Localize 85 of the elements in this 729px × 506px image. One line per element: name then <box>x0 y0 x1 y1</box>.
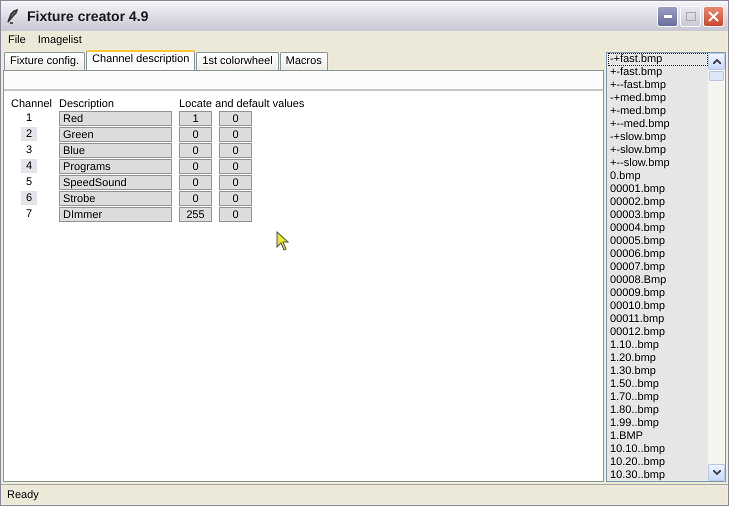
list-item[interactable]: +-med.bmp <box>608 105 708 118</box>
description-field[interactable]: DImmer <box>59 207 172 222</box>
list-item[interactable]: +-fast.bmp <box>608 66 708 79</box>
channel-number: 1 <box>24 111 34 125</box>
list-item[interactable]: -+slow.bmp <box>608 131 708 144</box>
list-item[interactable]: 10.10..bmp <box>608 443 708 456</box>
list-item[interactable]: 00011.bmp <box>608 313 708 326</box>
scrollbar-thumb[interactable] <box>709 71 724 81</box>
default-field[interactable]: 0 <box>219 191 252 206</box>
description-field[interactable]: Green <box>59 127 172 142</box>
channel-number: 7 <box>24 207 34 221</box>
caret-down-icon <box>712 470 720 475</box>
list-item[interactable]: +--med.bmp <box>608 118 708 131</box>
list-item[interactable]: +--slow.bmp <box>608 157 708 170</box>
locate-field[interactable]: 0 <box>179 191 212 206</box>
description-field[interactable]: Red <box>59 111 172 126</box>
list-item[interactable]: 00001.bmp <box>608 183 708 196</box>
default-field[interactable]: 0 <box>219 175 252 190</box>
default-field[interactable]: 0 <box>219 143 252 158</box>
list-item[interactable]: 10.30..bmp <box>608 469 708 481</box>
channel-number: 3 <box>24 143 34 157</box>
list-item[interactable]: 00008.Bmp <box>608 274 708 287</box>
minimize-icon <box>664 14 672 18</box>
list-item[interactable]: 0.bmp <box>608 170 708 183</box>
locate-field[interactable]: 0 <box>179 159 212 174</box>
description-field[interactable]: Programs <box>59 159 172 174</box>
default-field[interactable]: 0 <box>219 207 252 222</box>
locate-field[interactable]: 0 <box>179 127 212 142</box>
list-item[interactable]: 00005.bmp <box>608 235 708 248</box>
menu-item[interactable]: File <box>3 34 31 46</box>
list-item[interactable]: -+med.bmp <box>608 92 708 105</box>
channel-number: 6 <box>21 191 37 205</box>
list-item[interactable]: 1.10..bmp <box>608 339 708 352</box>
close-button[interactable] <box>703 6 724 26</box>
list-item[interactable]: 1.20.bmp <box>608 352 708 365</box>
list-item[interactable]: +--fast.bmp <box>608 79 708 92</box>
default-field[interactable]: 0 <box>219 111 252 126</box>
channel-number: 5 <box>24 175 34 189</box>
window-title: Fixture creator 4.9 <box>27 8 150 24</box>
column-header: Channel <box>11 97 53 111</box>
list-item[interactable]: 00012.bmp <box>608 326 708 339</box>
list-item[interactable]: 00009.bmp <box>608 287 708 300</box>
list-item[interactable]: 10.20..bmp <box>608 456 708 469</box>
tab[interactable]: Macros <box>280 52 328 70</box>
list-item[interactable]: 1.50..bmp <box>608 378 708 391</box>
tab[interactable]: Fixture config. <box>4 52 86 70</box>
default-field[interactable]: 0 <box>219 127 252 142</box>
image-list[interactable] <box>606 52 726 482</box>
default-field[interactable]: 0 <box>219 159 252 174</box>
list-item[interactable]: 1.70..bmp <box>608 391 708 404</box>
locate-field[interactable]: 255 <box>179 207 212 222</box>
tab[interactable]: Channel description <box>86 50 196 70</box>
caret-up-icon <box>712 59 720 64</box>
locate-field[interactable]: 1 <box>179 111 212 126</box>
status-text: Ready <box>7 489 39 501</box>
list-item[interactable]: 00003.bmp <box>608 209 708 222</box>
list-item[interactable]: 00004.bmp <box>608 222 708 235</box>
minimize-button[interactable] <box>657 6 678 26</box>
menu-item[interactable]: Imagelist <box>32 34 87 46</box>
description-field[interactable]: Strobe <box>59 191 172 206</box>
tab[interactable]: 1st colorwheel <box>196 52 279 70</box>
list-item[interactable]: 1.BMP <box>608 430 708 443</box>
list-item[interactable]: 1.30.bmp <box>608 365 708 378</box>
close-icon <box>708 10 719 22</box>
list-item[interactable]: +-slow.bmp <box>608 144 708 157</box>
list-item[interactable]: 00010.bmp <box>608 300 708 313</box>
channel-number: 2 <box>21 127 37 141</box>
description-field[interactable]: SpeedSound <box>59 175 172 190</box>
locate-field[interactable]: 0 <box>179 143 212 158</box>
list-item[interactable]: 1.80..bmp <box>608 404 708 417</box>
scroll-up-button[interactable] <box>708 53 725 70</box>
list-item[interactable]: -+fast.bmp <box>608 53 708 66</box>
app-icon <box>5 8 21 24</box>
channel-number: 4 <box>21 159 37 173</box>
column-header: Locate and default values <box>179 97 304 111</box>
list-item[interactable]: 1.99..bmp <box>608 417 708 430</box>
list-item[interactable]: 00007.bmp <box>608 261 708 274</box>
column-header: Description <box>59 97 116 111</box>
mouse-pointer-icon <box>276 231 290 251</box>
description-field[interactable]: Blue <box>59 143 172 158</box>
list-item[interactable]: 00002.bmp <box>608 196 708 209</box>
list-item[interactable]: 00006.bmp <box>608 248 708 261</box>
locate-field[interactable]: 0 <box>179 175 212 190</box>
maximize-icon <box>686 12 696 20</box>
scroll-down-button[interactable] <box>708 464 725 481</box>
